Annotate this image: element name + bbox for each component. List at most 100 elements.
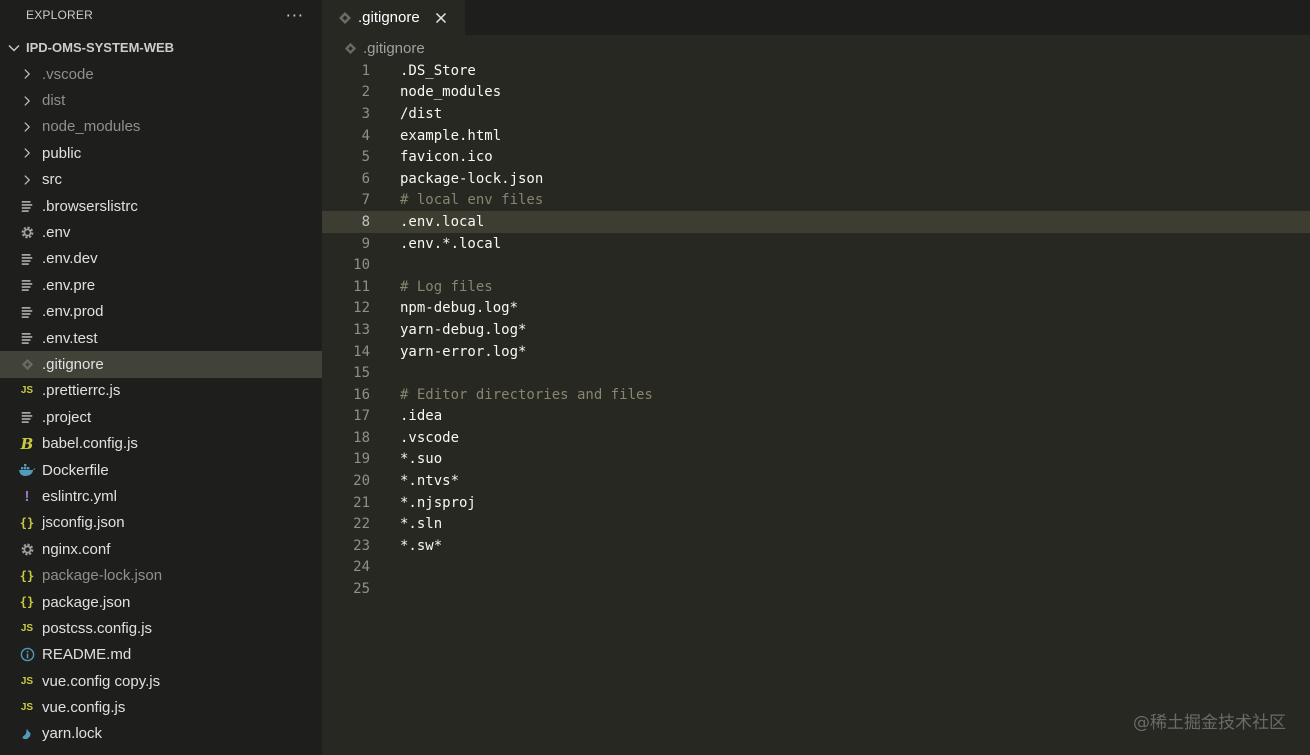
tab-gitignore[interactable]: .gitignore	[322, 0, 465, 35]
code-line[interactable]: 9 .env.*.local	[322, 233, 1310, 255]
tree-item-label: jsconfig.json	[42, 514, 125, 532]
line-text: yarn-error.log*	[400, 343, 527, 360]
file-tree: .vscode dist node_modulespublic src .browser…	[0, 61, 322, 747]
code-line[interactable]: 14 yarn-error.log*	[322, 341, 1310, 363]
code-line[interactable]: 3/dist	[322, 103, 1310, 125]
project-name: IPD-OMS-SYSTEM-WEB	[26, 40, 175, 55]
line-number: 10	[353, 257, 370, 274]
code-line[interactable]: 10	[322, 254, 1310, 276]
code-line[interactable]: 17 .idea	[322, 406, 1310, 428]
line-number: 7	[361, 192, 370, 209]
line-number: 9	[361, 235, 370, 252]
more-actions-icon[interactable]: ···	[286, 6, 304, 25]
line-text: .vscode	[400, 429, 460, 446]
tree-item-public[interactable]: public	[0, 140, 322, 166]
tree-item-label: node_modules	[42, 118, 141, 136]
tree-item-env[interactable]: .env	[0, 219, 322, 245]
line-number: 11	[353, 278, 370, 295]
tree-item-readme-md[interactable]: README.md	[0, 642, 322, 668]
tree-item-postcss-config-js[interactable]: JS postcss.config.js	[0, 615, 322, 641]
tree-item-env-dev[interactable]: .env.dev	[0, 246, 322, 272]
tree-item-label: .vscode	[42, 65, 94, 83]
code-line[interactable]: 11 # Log files	[322, 276, 1310, 298]
tree-item-dist[interactable]: dist	[0, 87, 322, 113]
code-line[interactable]: 7 # local env files	[322, 190, 1310, 212]
line-text: favicon.ico	[400, 149, 493, 166]
exclamation-icon: !	[24, 487, 30, 505]
babel-icon: B	[20, 434, 34, 453]
tree-item-package-lock-json[interactable]: {} package-lock.json	[0, 562, 322, 588]
tree-item-babel-config-js[interactable]: Bbabel.config.js	[0, 430, 322, 456]
code-editor[interactable]: 1 .DS_Store 2 node_modules 3/dist 4 example.ht…	[322, 60, 1310, 600]
line-number: 5	[361, 149, 370, 166]
tree-item-label: README.md	[42, 646, 132, 664]
tree-item-env-prod[interactable]: .env.prod	[0, 299, 322, 325]
git-diamond-icon	[344, 42, 357, 54]
tree-item-node-modules[interactable]: node_modules	[0, 114, 322, 140]
code-line[interactable]: 2 node_modules	[322, 82, 1310, 104]
chevron-down-icon	[8, 44, 20, 51]
tree-item-label: .env	[42, 224, 71, 242]
line-number: 14	[353, 343, 370, 360]
tree-item-label: .project	[42, 408, 92, 426]
tree-item-label: .prettierrc.js	[42, 382, 121, 400]
close-icon[interactable]	[434, 11, 448, 25]
code-line[interactable]: 16 # Editor directories and files	[322, 384, 1310, 406]
line-number: 20	[353, 473, 370, 490]
code-line[interactable]: 1 .DS_Store	[322, 60, 1310, 82]
lines-icon	[18, 303, 36, 321]
tree-item-jsconfig-json[interactable]: {} jsconfig.json	[0, 510, 322, 536]
code-line[interactable]: 22 *.sln	[322, 513, 1310, 535]
line-text: package-lock.json	[400, 170, 544, 187]
gear-icon	[18, 224, 36, 242]
tree-item-dockerfile[interactable]: Dockerfile	[0, 457, 322, 483]
code-line[interactable]: 19 *.suo	[322, 449, 1310, 471]
tree-item-browserslistrc[interactable]: .browserslistrc	[0, 193, 322, 219]
js-icon: JS	[20, 385, 34, 397]
line-number: 15	[353, 365, 370, 382]
code-line[interactable]: 20 *.ntvs*	[322, 470, 1310, 492]
code-line[interactable]: 23 *.sw*	[322, 535, 1310, 557]
tree-item-yarn-lock[interactable]: yarn.lock	[0, 721, 322, 747]
tree-item-env-pre[interactable]: .env.pre	[0, 272, 322, 298]
tree-item-vue-config-js[interactable]: JS vue.config.js	[0, 694, 322, 720]
tree-item-src[interactable]: src	[0, 167, 322, 193]
line-text: .env.local	[400, 213, 485, 230]
tree-item-vue-config-copy-js[interactable]: JS vue.config copy.js	[0, 668, 322, 694]
code-line[interactable]: 21 *.njsproj	[322, 492, 1310, 514]
line-number: 21	[353, 494, 370, 511]
code-line[interactable]: 5 favicon.ico	[322, 146, 1310, 168]
code-line[interactable]: 8 .env.local	[322, 211, 1310, 233]
code-line[interactable]: 18 .vscode	[322, 427, 1310, 449]
tree-item-label: vue.config.js	[42, 699, 126, 717]
tree-item-prettierrc-js[interactable]: JS .prettierrc.js	[0, 378, 322, 404]
tree-item-project[interactable]: .project	[0, 404, 322, 430]
tree-item-package-json[interactable]: {} package.json	[0, 589, 322, 615]
js-icon: JS	[20, 702, 34, 714]
code-line[interactable]: 6 package-lock.json	[322, 168, 1310, 190]
tree-item-label: eslintrc.yml	[42, 487, 118, 505]
tree-item-label: package.json	[42, 593, 131, 611]
code-line[interactable]: 4 example.html	[322, 125, 1310, 147]
breadcrumb[interactable]: .gitignore	[344, 38, 425, 58]
code-line[interactable]: 25	[322, 578, 1310, 600]
tree-item-nginx-conf[interactable]: nginx.conf	[0, 536, 322, 562]
tree-item-gitignore[interactable]: .gitignore	[0, 351, 322, 378]
docker-whale-icon	[18, 461, 36, 479]
tree-item-vscode[interactable]: .vscode	[0, 61, 322, 87]
tree-item-label: vue.config copy.js	[42, 672, 161, 690]
code-line[interactable]: 12 npm-debug.log*	[322, 298, 1310, 320]
line-text: # local env files	[400, 192, 544, 209]
tree-item-env-test[interactable]: .env.test	[0, 325, 322, 351]
code-line[interactable]: 13 yarn-debug.log*	[322, 319, 1310, 341]
tree-item-eslintrc-yml[interactable]: ! eslintrc.yml	[0, 483, 322, 509]
tab-label: .gitignore	[358, 9, 420, 26]
explorer-header: EXPLORER ···	[0, 0, 322, 30]
line-text: *.njsproj	[400, 494, 476, 511]
project-folder-header[interactable]: IPD-OMS-SYSTEM-WEB	[0, 30, 322, 64]
line-number: 8	[361, 213, 370, 230]
code-line[interactable]: 15	[322, 362, 1310, 384]
code-line[interactable]: 24	[322, 557, 1310, 579]
tree-item-label: Dockerfile	[42, 461, 109, 479]
tree-item-label: .gitignore	[42, 355, 104, 373]
